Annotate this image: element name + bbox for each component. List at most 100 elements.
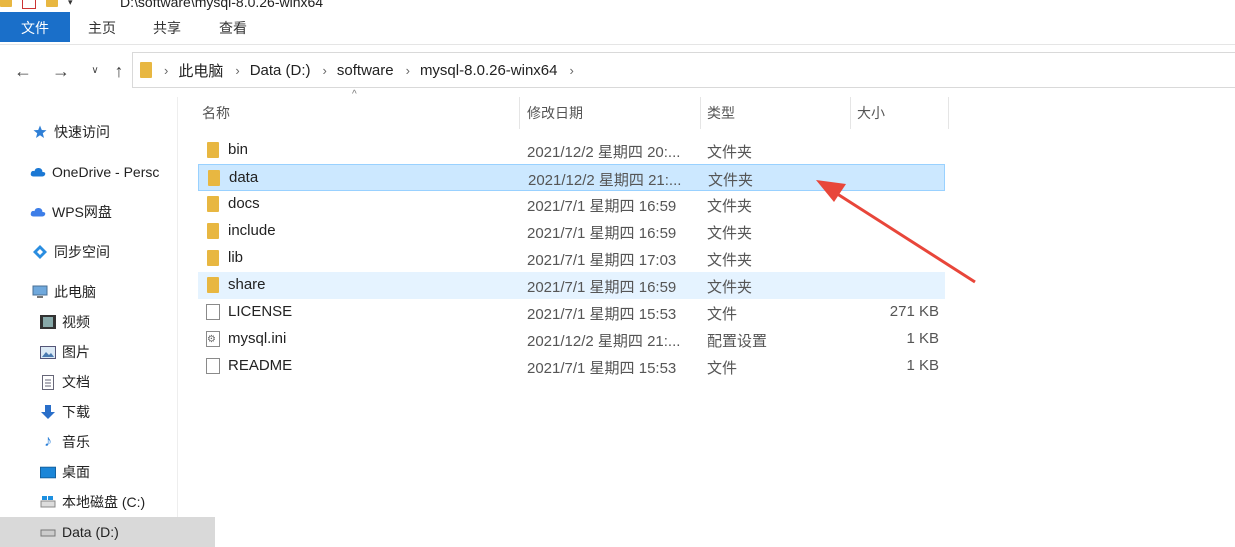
file-row-mysql-ini[interactable]: mysql.ini 2021/12/2 星期四 21:... 配置设置 1 KB: [198, 326, 945, 353]
tab-share[interactable]: 共享: [150, 12, 184, 42]
file-name: LICENSE: [228, 303, 293, 320]
column-header-size[interactable]: 大小: [851, 97, 949, 129]
file-row-bin[interactable]: bin 2021/12/2 星期四 20:... 文件夹: [198, 137, 945, 164]
sidebar-item-label: 本地磁盘 (C:): [62, 494, 146, 510]
folder-icon: [207, 277, 219, 293]
drive-icon: [40, 494, 56, 510]
sidebar-item-this-pc[interactable]: 此电脑: [0, 277, 209, 307]
file-type: 文件夹: [707, 252, 753, 269]
breadcrumb-software[interactable]: software: [337, 62, 394, 79]
sidebar-item-label: 图片: [62, 344, 90, 360]
window-title: D:\software\mysql-8.0.26-winx64: [120, 0, 324, 10]
file-type: 文件夹: [708, 172, 754, 189]
sidebar-item-label: 桌面: [62, 464, 90, 480]
file-name: data: [229, 169, 259, 186]
file-date-modified: 2021/12/2 星期四 21:...: [527, 333, 681, 350]
file-name: README: [228, 357, 293, 374]
sidebar-item-pictures[interactable]: 图片: [0, 337, 217, 367]
back-arrow-icon[interactable]: ←: [12, 60, 34, 82]
breadcrumb-this-pc[interactable]: 此电脑: [178, 60, 223, 81]
file-row-include[interactable]: include 2021/7/1 星期四 16:59 文件夹: [198, 218, 945, 245]
file-row-lib[interactable]: lib 2021/7/1 星期四 17:03 文件夹: [198, 245, 945, 272]
file-row-data[interactable]: data 2021/12/2 星期四 21:... 文件夹: [198, 164, 945, 191]
title-bar: ▾ D:\software\mysql-8.0.26-winx64: [0, 0, 1235, 12]
sidebar-item-label: OneDrive - Persc: [52, 164, 160, 180]
video-icon: [40, 314, 56, 330]
sidebar-item-sync-space[interactable]: 同步空间: [0, 237, 209, 267]
file-size: 1 KB: [906, 330, 939, 347]
chevron-right-icon[interactable]: ›: [406, 63, 410, 78]
column-header-date-modified[interactable]: 修改日期: [521, 97, 701, 129]
sidebar-item-videos[interactable]: 视频: [0, 307, 217, 337]
file-name: include: [228, 222, 276, 239]
forward-arrow-icon[interactable]: →: [50, 60, 72, 82]
quick-access-toolbar: ▾: [0, 0, 73, 10]
file-name: bin: [228, 141, 249, 158]
sidebar-item-local-disk-c[interactable]: 本地磁盘 (C:): [0, 487, 217, 517]
file-row-readme[interactable]: README 2021/7/1 星期四 15:53 文件 1 KB: [198, 353, 945, 380]
picture-icon: [40, 344, 56, 360]
sidebar-item-label: 文档: [62, 374, 90, 390]
new-folder-icon[interactable]: [46, 0, 58, 7]
recent-locations-chevron-icon[interactable]: ∨: [84, 60, 106, 82]
address-bar[interactable]: › 此电脑 › Data (D:) › software › mysql-8.0…: [132, 52, 1235, 88]
file-row-docs[interactable]: docs 2021/7/1 星期四 16:59 文件夹: [198, 191, 945, 218]
sidebar-item-music[interactable]: ♪ 音乐: [0, 427, 217, 457]
file-row-share[interactable]: share 2021/7/1 星期四 16:59 文件夹: [198, 272, 945, 299]
file-date-modified: 2021/7/1 星期四 15:53: [527, 306, 677, 323]
ribbon: 文件 主页 共享 查看: [0, 12, 1235, 45]
column-header: ^ 名称 修改日期 类型 大小: [178, 89, 1235, 129]
customize-toolbar-chevron-icon[interactable]: ▾: [68, 0, 73, 8]
file-date-modified: 2021/12/2 星期四 20:...: [527, 144, 681, 161]
sidebar-item-downloads[interactable]: 下载: [0, 397, 217, 427]
tab-home[interactable]: 主页: [86, 12, 118, 42]
sidebar-item-label: 此电脑: [54, 284, 96, 300]
navigation-bar: ← → ∨ ↑ › 此电脑 › Data (D:) › software › m…: [0, 45, 1235, 97]
sidebar-item-label: 同步空间: [54, 244, 110, 260]
properties-icon[interactable]: [22, 0, 36, 9]
chevron-right-icon[interactable]: ›: [235, 63, 239, 78]
file-icon: [206, 358, 220, 374]
file-type: 文件夹: [707, 279, 753, 296]
file-name: mysql.ini: [228, 330, 287, 347]
sidebar-item-desktop[interactable]: 桌面: [0, 457, 217, 487]
sidebar-item-label: WPS网盘: [52, 204, 112, 220]
file-date-modified: 2021/7/1 星期四 16:59: [527, 279, 677, 296]
cloud-icon: [30, 164, 46, 180]
file-date-modified: 2021/7/1 星期四 16:59: [527, 198, 677, 215]
sidebar-item-wps-drive[interactable]: WPS网盘: [0, 197, 207, 227]
folder-icon[interactable]: [0, 0, 12, 7]
file-type: 文件: [707, 306, 738, 323]
sidebar-item-label: 视频: [62, 314, 90, 330]
column-header-type[interactable]: 类型: [701, 97, 851, 129]
sidebar-item-onedrive[interactable]: OneDrive - Persc: [0, 157, 207, 187]
chevron-right-icon[interactable]: ›: [164, 63, 168, 78]
file-type: 文件: [707, 360, 738, 377]
folder-icon: [207, 142, 219, 158]
breadcrumb-data-drive[interactable]: Data (D:): [250, 62, 311, 79]
column-header-name[interactable]: 名称: [196, 97, 520, 129]
up-arrow-icon[interactable]: ↑: [108, 60, 130, 82]
file-name: lib: [228, 249, 244, 266]
tab-file[interactable]: 文件: [0, 12, 70, 42]
file-row-license[interactable]: LICENSE 2021/7/1 星期四 15:53 文件 271 KB: [198, 299, 945, 326]
file-name: share: [228, 276, 266, 293]
drive-icon: [40, 524, 56, 540]
star-icon: [32, 124, 48, 140]
chevron-right-icon[interactable]: ›: [323, 63, 327, 78]
sync-icon: [32, 244, 48, 260]
file-type: 文件夹: [707, 198, 753, 215]
tab-view[interactable]: 查看: [216, 12, 250, 42]
sidebar-item-label: Data (D:): [62, 524, 119, 540]
chevron-right-icon[interactable]: ›: [570, 63, 574, 78]
file-type: 文件夹: [707, 225, 753, 242]
file-size: 271 KB: [889, 303, 939, 320]
desktop-icon: [40, 464, 56, 480]
folder-icon: [208, 170, 220, 186]
folder-icon: [207, 196, 219, 212]
breadcrumb-mysql-folder[interactable]: mysql-8.0.26-winx64: [420, 62, 558, 79]
sidebar-item-label: 快速访问: [54, 124, 110, 140]
music-icon: ♪: [44, 433, 52, 450]
sidebar-item-documents[interactable]: 文档: [0, 367, 217, 397]
file-name: docs: [228, 195, 260, 212]
